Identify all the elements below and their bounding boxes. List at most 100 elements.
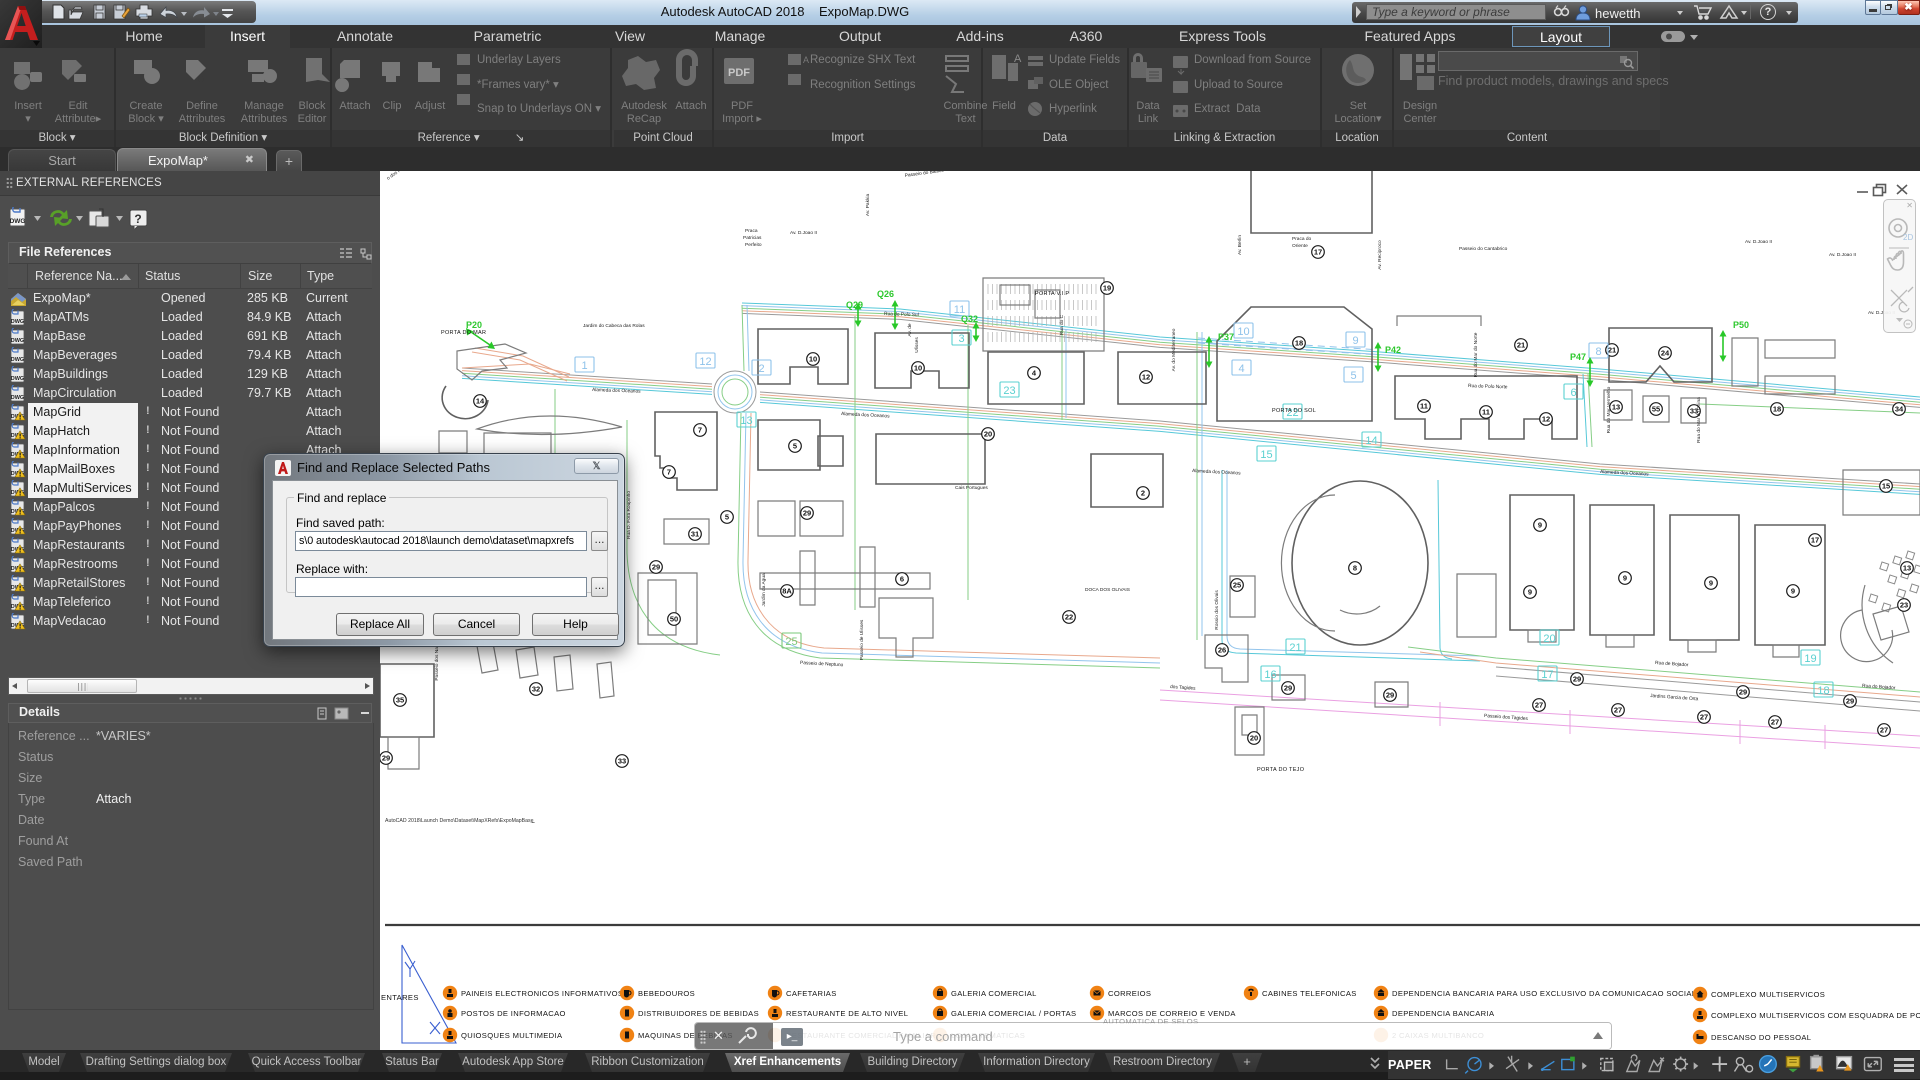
svg-text:Passeio do Cantabrico: Passeio do Cantabrico xyxy=(1459,246,1508,252)
svg-text:29: 29 xyxy=(652,563,660,572)
svg-text:Rua do Polo Norte: Rua do Polo Norte xyxy=(1468,383,1508,390)
svg-text:DWG: DWG xyxy=(11,338,24,344)
svg-text:18: 18 xyxy=(1817,685,1829,697)
svg-text:21: 21 xyxy=(1608,346,1616,355)
svg-text:26: 26 xyxy=(1218,646,1226,655)
svg-text:17: 17 xyxy=(1811,536,1819,545)
svg-text:19: 19 xyxy=(1103,284,1111,293)
svg-text:17: 17 xyxy=(1541,669,1553,681)
svg-text:Rua de Bojador: Rua de Bojador xyxy=(1655,660,1689,668)
svg-text:Praca: Praca xyxy=(745,228,758,234)
svg-text:29: 29 xyxy=(803,509,811,518)
svg-text:14: 14 xyxy=(476,397,485,406)
svg-text:Rossio dos Olivais: Rossio dos Olivais xyxy=(1214,590,1220,630)
svg-text:13: 13 xyxy=(1612,403,1620,412)
svg-text:22: 22 xyxy=(1065,613,1073,622)
svg-text:Alameda dos Oceanos: Alameda dos Oceanos xyxy=(1192,468,1241,477)
svg-text:5: 5 xyxy=(1350,370,1356,382)
svg-text:29: 29 xyxy=(1739,688,1747,697)
svg-text:A: A xyxy=(1014,53,1022,65)
svg-text:12: 12 xyxy=(1142,373,1150,382)
svg-text:Oriente: Oriente xyxy=(1292,243,1308,249)
svg-text:Jardim da Agua: Jardim da Agua xyxy=(761,573,767,607)
svg-text:COMPLEXO MULTISERVICOS COM: COMPLEXO MULTISERVICOS COM ESQUADRA DE P… xyxy=(1711,1011,1920,1020)
svg-text:CAFETARIAS: CAFETARIAS xyxy=(786,989,837,998)
svg-text:1: 1 xyxy=(581,360,587,372)
svg-text:31: 31 xyxy=(691,530,699,539)
svg-text:CORREIOS: CORREIOS xyxy=(1108,989,1151,998)
svg-text:19: 19 xyxy=(1804,653,1816,665)
svg-text:DWG: DWG xyxy=(11,319,24,325)
svg-text:27: 27 xyxy=(1614,706,1622,715)
svg-text:RESTAURANTE DE ALTO NIVEL: RESTAURANTE DE ALTO NIVEL xyxy=(786,1009,908,1018)
svg-text:11: 11 xyxy=(1420,402,1428,411)
svg-text:Av. D.Joao II: Av. D.Joao II xyxy=(1829,252,1856,258)
svg-text:55: 55 xyxy=(1652,405,1660,414)
svg-text:14: 14 xyxy=(1365,435,1377,447)
svg-text:15: 15 xyxy=(1882,482,1890,491)
svg-text:8: 8 xyxy=(1595,346,1601,358)
svg-text:P50: P50 xyxy=(1733,320,1749,330)
svg-text:2: 2 xyxy=(1141,489,1145,498)
svg-text:PORTA DO MAR: PORTA DO MAR xyxy=(441,330,486,336)
svg-text:Av. Pakkia: Av. Pakkia xyxy=(865,194,871,217)
svg-text:9: 9 xyxy=(1709,579,1713,588)
svg-text:Av. de: Av. de xyxy=(907,323,913,336)
svg-text:15: 15 xyxy=(1260,449,1272,461)
svg-text:12: 12 xyxy=(699,356,711,368)
svg-text:29: 29 xyxy=(382,754,390,763)
svg-text:9: 9 xyxy=(1623,574,1627,583)
svg-text:12: 12 xyxy=(1542,415,1550,424)
svg-text:8A: 8A xyxy=(782,587,792,596)
svg-text:50: 50 xyxy=(670,615,678,624)
svg-text:DWG: DWG xyxy=(11,376,24,382)
svg-text:Q26: Q26 xyxy=(877,289,894,299)
svg-text:Av. Berlin: Av. Berlin xyxy=(1237,235,1243,255)
svg-text:29: 29 xyxy=(1846,697,1854,706)
svg-text:Alameda dos Oceanos: Alameda dos Oceanos xyxy=(592,387,641,395)
svg-text:Rua do C: Rua do C xyxy=(1059,314,1065,335)
svg-text:29: 29 xyxy=(1573,675,1581,684)
svg-text:6: 6 xyxy=(900,575,904,584)
svg-text:32: 32 xyxy=(532,685,540,694)
svg-text:P47: P47 xyxy=(1570,352,1586,362)
svg-text:PORTA V.I.P: PORTA V.I.P xyxy=(1035,291,1069,297)
svg-text:Jardim do Cabeca das Rolas: Jardim do Cabeca das Rolas xyxy=(583,323,645,329)
svg-text:34: 34 xyxy=(1895,405,1904,414)
svg-text:QUIOSQUES MULTIMEDIA: QUIOSQUES MULTIMEDIA xyxy=(461,1031,563,1040)
svg-text:9: 9 xyxy=(1528,588,1532,597)
svg-text:GALERIA COMERCIAL / PORTAS: GALERIA COMERCIAL / PORTAS xyxy=(951,1009,1076,1018)
svg-text:COMPLEXO MULTISERVICOS: COMPLEXO MULTISERVICOS xyxy=(1711,990,1825,999)
svg-text:Av. Reciproco: Av. Reciproco xyxy=(1377,240,1383,270)
svg-text:GALERIA COMERCIAL: GALERIA COMERCIAL xyxy=(951,989,1037,998)
svg-text:13: 13 xyxy=(1903,564,1911,573)
svg-text:Rua do Mar Vermelho: Rua do Mar Vermelho xyxy=(1606,386,1612,433)
svg-text:CABINES TELEFONICAS: CABINES TELEFONICAS xyxy=(1262,989,1357,998)
svg-text:35: 35 xyxy=(396,696,404,705)
svg-text:Alameda dos Oceanos: Alameda dos Oceanos xyxy=(841,411,890,420)
svg-text:PORTA DO TEJO: PORTA DO TEJO xyxy=(1257,767,1305,773)
svg-text:PORTA DO SOL: PORTA DO SOL xyxy=(1272,408,1316,414)
svg-text:Rua do Bojador: Rua do Bojador xyxy=(1862,683,1896,691)
svg-text:Passeio do Baltico: Passeio do Baltico xyxy=(904,171,944,179)
svg-text:18: 18 xyxy=(1773,405,1781,414)
svg-text:AutoCAD 2018\Launch Demo\Dat: AutoCAD 2018\Launch Demo\Dataset\MapXRef… xyxy=(385,818,536,824)
svg-text:3: 3 xyxy=(958,333,964,345)
svg-text:Praca do: Praca do xyxy=(1292,236,1312,242)
svg-text:Av. D.Joao II: Av. D.Joao II xyxy=(790,230,817,236)
svg-text:20: 20 xyxy=(1543,633,1555,645)
svg-text:29: 29 xyxy=(1386,691,1394,700)
svg-text:DISTRIBUIDORES DE BEBIDAS: DISTRIBUIDORES DE BEBIDAS xyxy=(638,1009,759,1018)
svg-text:Passeio de Ulisses: Passeio de Ulisses xyxy=(859,619,865,660)
svg-text:33: 33 xyxy=(618,757,626,766)
svg-text:21: 21 xyxy=(1289,642,1301,654)
svg-text:Passeio de Neptuno: Passeio de Neptuno xyxy=(800,660,844,668)
svg-text:23: 23 xyxy=(1900,601,1908,610)
svg-text:DEPENDENCIA BANCARIA PARA U: DEPENDENCIA BANCARIA PARA USO EXCLUSIVO … xyxy=(1392,989,1696,998)
svg-text:20: 20 xyxy=(1250,734,1258,743)
svg-text:27: 27 xyxy=(1771,718,1779,727)
svg-text:5: 5 xyxy=(793,442,797,451)
svg-text:10: 10 xyxy=(809,355,817,364)
svg-text:P20: P20 xyxy=(466,320,482,330)
svg-text:DWG: DWG xyxy=(10,218,25,225)
